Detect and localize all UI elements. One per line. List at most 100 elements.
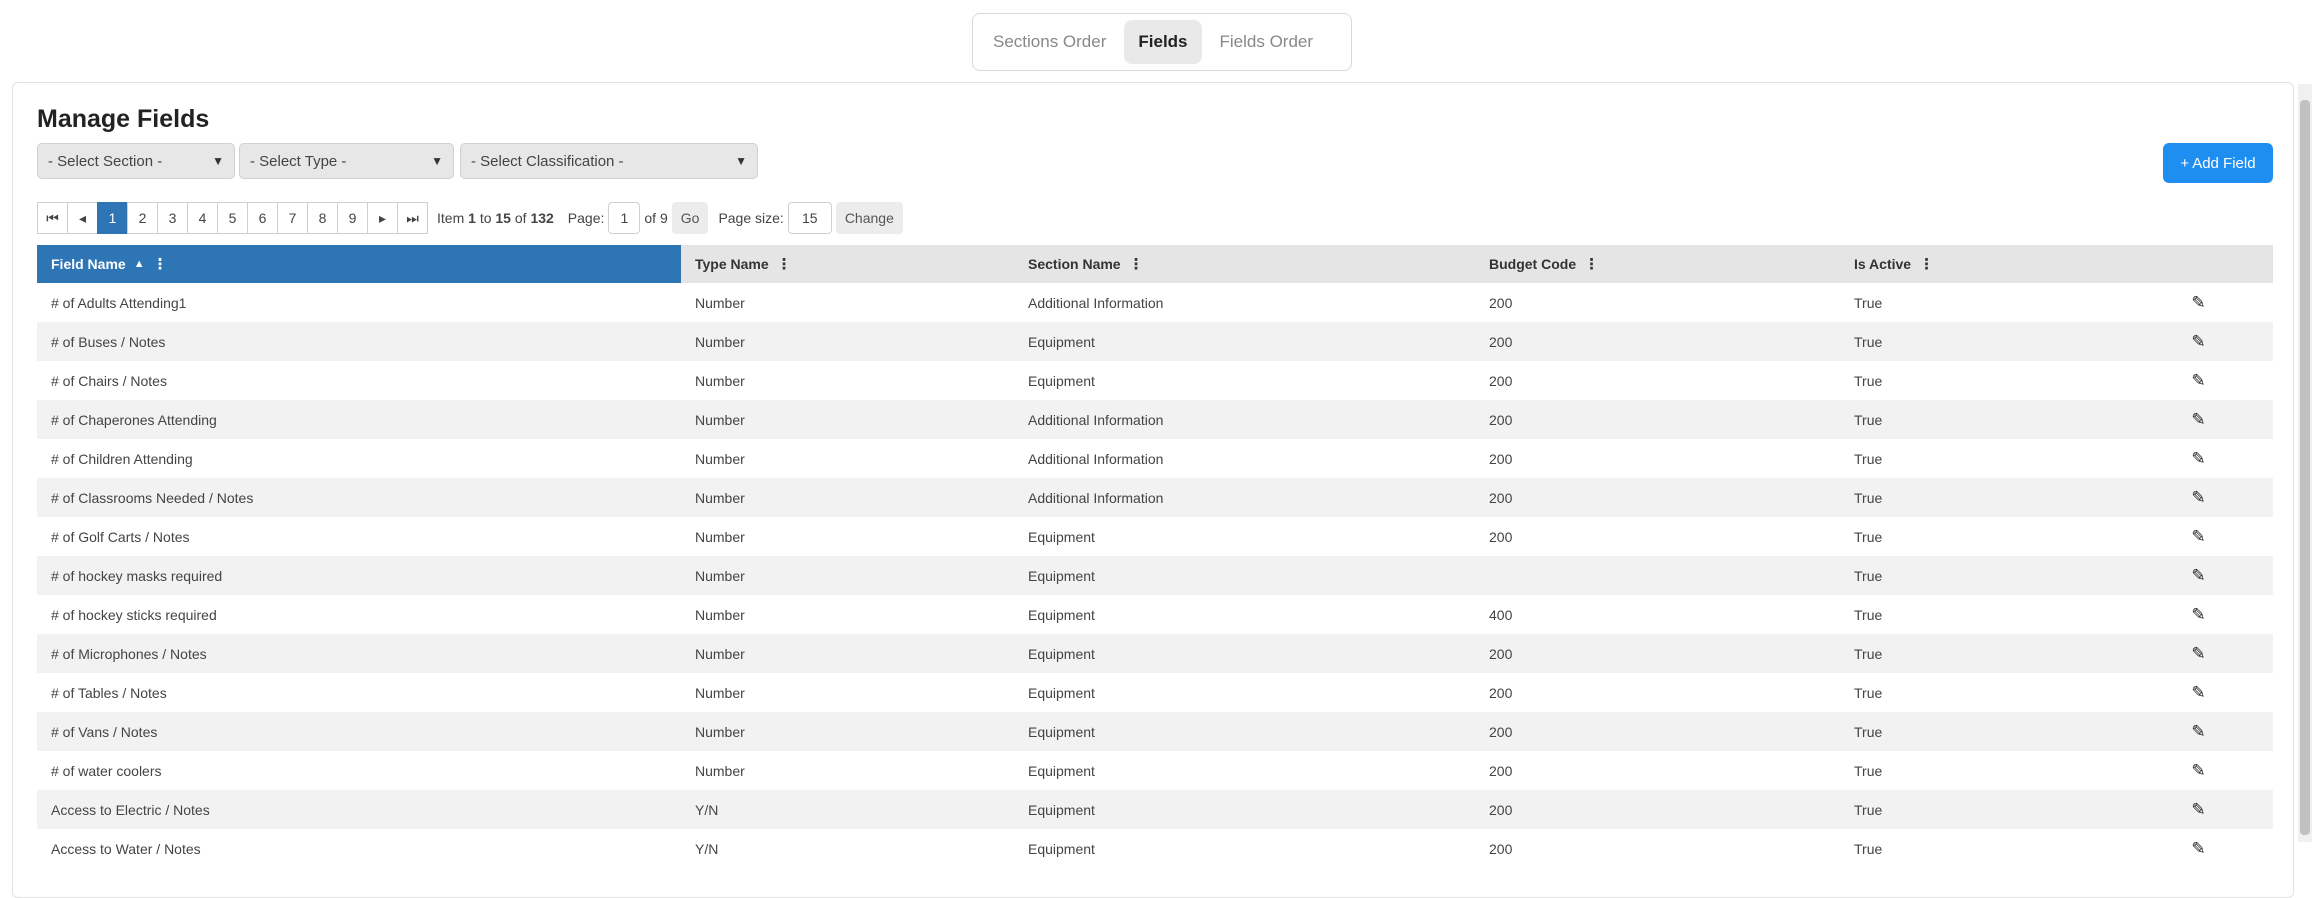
classification-select[interactable]: - Select Classification - ▼: [460, 143, 758, 179]
type-name-cell: Y/N: [695, 801, 719, 818]
add-field-button[interactable]: + Add Field: [2163, 143, 2273, 183]
is-active-cell: True: [1854, 840, 1883, 857]
column-menu-icon[interactable]: ⋮: [777, 255, 792, 273]
edit-icon[interactable]: ✎: [2110, 449, 2273, 469]
page-9-button[interactable]: 9: [337, 202, 368, 234]
page-6-button[interactable]: 6: [247, 202, 278, 234]
page-number-input[interactable]: 1: [608, 202, 641, 234]
section-name-cell: Additional Information: [1028, 294, 1164, 311]
prev-page-icon[interactable]: ◂: [67, 202, 98, 234]
section-name-cell: Additional Information: [1028, 411, 1164, 428]
page-size-input[interactable]: 15: [787, 202, 832, 234]
section-name-cell: Equipment: [1028, 723, 1095, 740]
page-4-button[interactable]: 4: [187, 202, 218, 234]
is-active-cell: True: [1854, 684, 1883, 701]
section-name-cell: Equipment: [1028, 372, 1095, 389]
is-active-cell: True: [1854, 606, 1883, 623]
page-8-button[interactable]: 8: [307, 202, 338, 234]
page-count: of 9: [644, 210, 668, 226]
edit-icon[interactable]: ✎: [2110, 761, 2273, 781]
edit-icon[interactable]: ✎: [2110, 293, 2273, 313]
type-name-cell: Number: [695, 645, 745, 662]
is-active-cell: True: [1854, 801, 1883, 818]
change-button[interactable]: Change: [835, 202, 903, 234]
header-section-name[interactable]: Section Name ⋮: [1014, 245, 1475, 283]
page-3-button[interactable]: 3: [157, 202, 188, 234]
table-row[interactable]: # of Chairs / Notes Number Equipment 200 Tru…: [37, 361, 2273, 400]
fields-table: Field Name ▲ ⋮ Type Name ⋮ Section Name …: [37, 245, 2273, 868]
table-row[interactable]: # of hockey sticks required Number Equipme…: [37, 595, 2273, 634]
edit-icon[interactable]: ✎: [2110, 332, 2273, 352]
table-row[interactable]: Access to Electric / Notes Y/N Equipment 20…: [37, 790, 2273, 829]
last-page-icon[interactable]: ⏭: [397, 202, 428, 234]
budget-code-cell: 200: [1489, 801, 1513, 818]
budget-code-cell: 200: [1489, 723, 1513, 740]
next-page-icon[interactable]: ▸: [367, 202, 398, 234]
pager: ⏮ ◂ 1 2 3 4 5 6 7 8 9 ▸ ⏭ Item 1 to 15 o…: [37, 201, 903, 235]
table-row[interactable]: Access to Water / Notes Y/N Equipment 200 Tr…: [37, 829, 2273, 868]
field-name-cell: # of Chaperones Attending: [51, 411, 217, 428]
column-menu-icon[interactable]: ⋮: [153, 255, 168, 273]
header-actions: [2110, 245, 2273, 283]
type-name-cell: Number: [695, 723, 745, 740]
type-name-cell: Y/N: [695, 840, 719, 857]
tab-fields[interactable]: Fields: [1124, 20, 1202, 64]
field-name-cell: # of Tables / Notes: [51, 684, 167, 701]
table-row[interactable]: # of Buses / Notes Number Equipment 200 True…: [37, 322, 2273, 361]
edit-icon[interactable]: ✎: [2110, 566, 2273, 586]
column-menu-icon[interactable]: ⋮: [1919, 255, 1934, 273]
section-name-cell: Equipment: [1028, 840, 1095, 857]
go-button[interactable]: Go: [671, 202, 709, 234]
edit-icon[interactable]: ✎: [2110, 605, 2273, 625]
table-row[interactable]: # of Classrooms Needed / Notes Number Addi…: [37, 478, 2273, 517]
field-name-cell: # of Children Attending: [51, 450, 193, 467]
is-active-cell: True: [1854, 762, 1883, 779]
table-row[interactable]: # of Golf Carts / Notes Number Equipment 20…: [37, 517, 2273, 556]
type-select[interactable]: - Select Type - ▼: [239, 143, 454, 179]
header-type-name[interactable]: Type Name ⋮: [681, 245, 1014, 283]
edit-icon[interactable]: ✎: [2110, 527, 2273, 547]
page-1-button[interactable]: 1: [97, 202, 128, 234]
page-7-button[interactable]: 7: [277, 202, 308, 234]
edit-icon[interactable]: ✎: [2110, 722, 2273, 742]
edit-icon[interactable]: ✎: [2110, 410, 2273, 430]
section-name-cell: Equipment: [1028, 645, 1095, 662]
edit-icon[interactable]: ✎: [2110, 800, 2273, 820]
table-row[interactable]: # of hockey masks required Number Equipmen…: [37, 556, 2273, 595]
header-budget-code[interactable]: Budget Code ⋮: [1475, 245, 1840, 283]
table-row[interactable]: # of Adults Attending1 Number Additional I…: [37, 283, 2273, 322]
field-name-cell: Access to Electric / Notes: [51, 801, 210, 818]
edit-icon[interactable]: ✎: [2110, 371, 2273, 391]
column-menu-icon[interactable]: ⋮: [1129, 255, 1144, 273]
page-5-button[interactable]: 5: [217, 202, 248, 234]
item-range: Item 1 to 15 of 132: [437, 210, 554, 226]
table-row[interactable]: # of Tables / Notes Number Equipment 200 Tru…: [37, 673, 2273, 712]
edit-icon[interactable]: ✎: [2110, 644, 2273, 664]
page-size-label: Page size:: [718, 210, 784, 226]
field-name-cell: # of Adults Attending1: [51, 294, 187, 311]
section-select[interactable]: - Select Section - ▼: [37, 143, 235, 179]
sort-asc-icon: ▲: [133, 258, 145, 270]
table-row[interactable]: # of water coolers Number Equipment 200 True…: [37, 751, 2273, 790]
is-active-cell: True: [1854, 372, 1883, 389]
tab-fields-order[interactable]: Fields Order: [1206, 20, 1328, 64]
table-row[interactable]: # of Vans / Notes Number Equipment 200 True ✎: [37, 712, 2273, 751]
column-menu-icon[interactable]: ⋮: [1584, 255, 1599, 273]
edit-icon[interactable]: ✎: [2110, 488, 2273, 508]
edit-icon[interactable]: ✎: [2110, 839, 2273, 859]
first-page-icon[interactable]: ⏮: [37, 202, 68, 234]
field-name-cell: # of Chairs / Notes: [51, 372, 167, 389]
add-field-label: Add Field: [2192, 154, 2256, 172]
scrollbar-thumb[interactable]: [2300, 100, 2310, 835]
field-name-cell: # of Vans / Notes: [51, 723, 158, 740]
page-2-button[interactable]: 2: [127, 202, 158, 234]
edit-icon[interactable]: ✎: [2110, 683, 2273, 703]
table-row[interactable]: # of Chaperones Attending Number Additiona…: [37, 400, 2273, 439]
table-row[interactable]: # of Microphones / Notes Number Equipment 2…: [37, 634, 2273, 673]
item-to: 15: [495, 210, 511, 226]
budget-code-cell: 200: [1489, 411, 1513, 428]
table-row[interactable]: # of Children Attending Number Additional …: [37, 439, 2273, 478]
header-is-active[interactable]: Is Active ⋮: [1840, 245, 2110, 283]
tab-sections-order[interactable]: Sections Order: [979, 20, 1120, 64]
header-field-name[interactable]: Field Name ▲ ⋮: [37, 245, 681, 283]
